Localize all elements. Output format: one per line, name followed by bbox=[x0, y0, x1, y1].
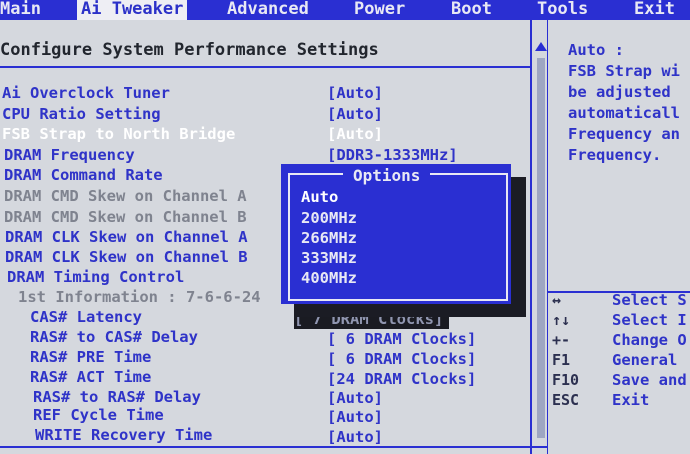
option-400mhz[interactable]: 400MHz bbox=[301, 268, 357, 288]
setting-write-recovery-time[interactable]: WRITE Recovery Time bbox=[35, 425, 212, 445]
setting-ras-pre-time[interactable]: RAS# PRE Time bbox=[30, 347, 151, 367]
bottom-divider bbox=[0, 446, 548, 448]
setting-cmd-skew-a: DRAM CMD Skew on Channel A bbox=[4, 187, 247, 205]
key-f10: F10 bbox=[552, 371, 580, 389]
setting-clk-skew-b[interactable]: DRAM CLK Skew on Channel B bbox=[5, 247, 248, 267]
help-text-line: FSB Strap wi bbox=[568, 62, 680, 80]
menu-exit[interactable]: Exit bbox=[634, 0, 675, 20]
key-desc-change-option: Change O bbox=[612, 331, 687, 349]
key-desc-save-and-exit: Save and bbox=[612, 371, 687, 389]
value-ras-act-time[interactable]: [24 DRAM Clocks] bbox=[327, 369, 476, 389]
scrollbar[interactable] bbox=[537, 58, 545, 438]
setting-cpu-ratio[interactable]: CPU Ratio Setting bbox=[2, 104, 161, 124]
key-desc-select-screen: Select S bbox=[612, 291, 687, 309]
setting-dram-command-rate[interactable]: DRAM Command Rate bbox=[4, 165, 163, 185]
scroll-up-arrow-icon[interactable] bbox=[535, 42, 547, 51]
page-title: Configure System Performance Settings bbox=[0, 40, 379, 60]
help-text-line: Auto : bbox=[568, 41, 624, 59]
setting-ras-to-cas-delay[interactable]: RAS# to CAS# Delay bbox=[30, 327, 198, 347]
key-plus-minus: +- bbox=[552, 331, 571, 349]
option-266mhz[interactable]: 266MHz bbox=[301, 228, 357, 248]
setting-ras-to-ras-delay[interactable]: RAS# to RAS# Delay bbox=[33, 387, 201, 407]
value-ras-to-ras-delay[interactable]: [Auto] bbox=[327, 388, 383, 408]
info-1st-information: 1st Information : 7-6-6-24 bbox=[18, 288, 261, 306]
menu-advanced[interactable]: Advanced bbox=[227, 0, 309, 20]
help-text-line: Frequency. bbox=[568, 146, 662, 164]
key-desc-select-item: Select I bbox=[612, 311, 687, 329]
menu-boot[interactable]: Boot bbox=[451, 0, 492, 20]
menu-ai-tweaker[interactable]: Ai Tweaker bbox=[77, 0, 188, 20]
option-333mhz[interactable]: 333MHz bbox=[301, 248, 357, 268]
key-f1: F1 bbox=[552, 351, 571, 369]
value-write-recovery-time[interactable]: [Auto] bbox=[327, 427, 383, 447]
setting-cas-latency[interactable]: CAS# Latency bbox=[30, 307, 142, 327]
menu-tools[interactable]: Tools bbox=[537, 0, 588, 20]
help-text-line: be adjusted bbox=[568, 83, 671, 101]
value-ras-to-cas-delay[interactable]: [ 6 DRAM Clocks] bbox=[327, 329, 476, 349]
option-200mhz[interactable]: 200MHz bbox=[301, 208, 357, 228]
menu-main[interactable]: Main bbox=[0, 0, 41, 20]
option-auto[interactable]: Auto bbox=[301, 187, 338, 207]
setting-clk-skew-a[interactable]: DRAM CLK Skew on Channel A bbox=[5, 227, 248, 247]
value-dram-frequency[interactable]: [DDR3-1333MHz] bbox=[327, 145, 458, 165]
setting-cmd-skew-b: DRAM CMD Skew on Channel B bbox=[4, 208, 247, 226]
key-left-right-arrows-icon: ↔ bbox=[552, 291, 562, 309]
help-panel: Auto : FSB Strap wi be adjusted automati… bbox=[548, 20, 690, 454]
key-desc-exit: Exit bbox=[612, 391, 650, 409]
setting-dram-timing-control[interactable]: DRAM Timing Control bbox=[7, 267, 184, 287]
key-up-down-arrows-icon: ↑↓ bbox=[552, 311, 571, 329]
options-popup-title: Options bbox=[343, 165, 431, 187]
title-divider bbox=[0, 66, 532, 68]
value-ref-cycle-time[interactable]: [Auto] bbox=[327, 407, 383, 427]
value-cpu-ratio[interactable]: [Auto] bbox=[327, 104, 383, 124]
key-esc: ESC bbox=[552, 391, 580, 409]
setting-ref-cycle-time[interactable]: REF Cycle Time bbox=[33, 405, 164, 425]
key-desc-general-help: General bbox=[612, 351, 678, 369]
value-ras-pre-time[interactable]: [ 6 DRAM Clocks] bbox=[327, 349, 476, 369]
help-text-line: automaticall bbox=[568, 104, 680, 122]
setting-ai-overclock-tuner[interactable]: Ai Overclock Tuner bbox=[2, 83, 170, 103]
setting-ras-act-time[interactable]: RAS# ACT Time bbox=[30, 367, 151, 387]
setting-dram-frequency[interactable]: DRAM Frequency bbox=[4, 145, 135, 165]
value-ai-overclock-tuner[interactable]: [Auto] bbox=[327, 83, 383, 103]
value-fsb-strap[interactable]: [Auto] bbox=[327, 124, 383, 144]
help-text-line: Frequency an bbox=[568, 125, 680, 143]
top-menu-bar: Main Ai Tweaker Advanced Power Boot Tool… bbox=[0, 0, 690, 20]
setting-fsb-strap[interactable]: FSB Strap to North Bridge bbox=[2, 124, 235, 144]
menu-power[interactable]: Power bbox=[354, 0, 405, 20]
panel-divider-left bbox=[530, 20, 532, 454]
